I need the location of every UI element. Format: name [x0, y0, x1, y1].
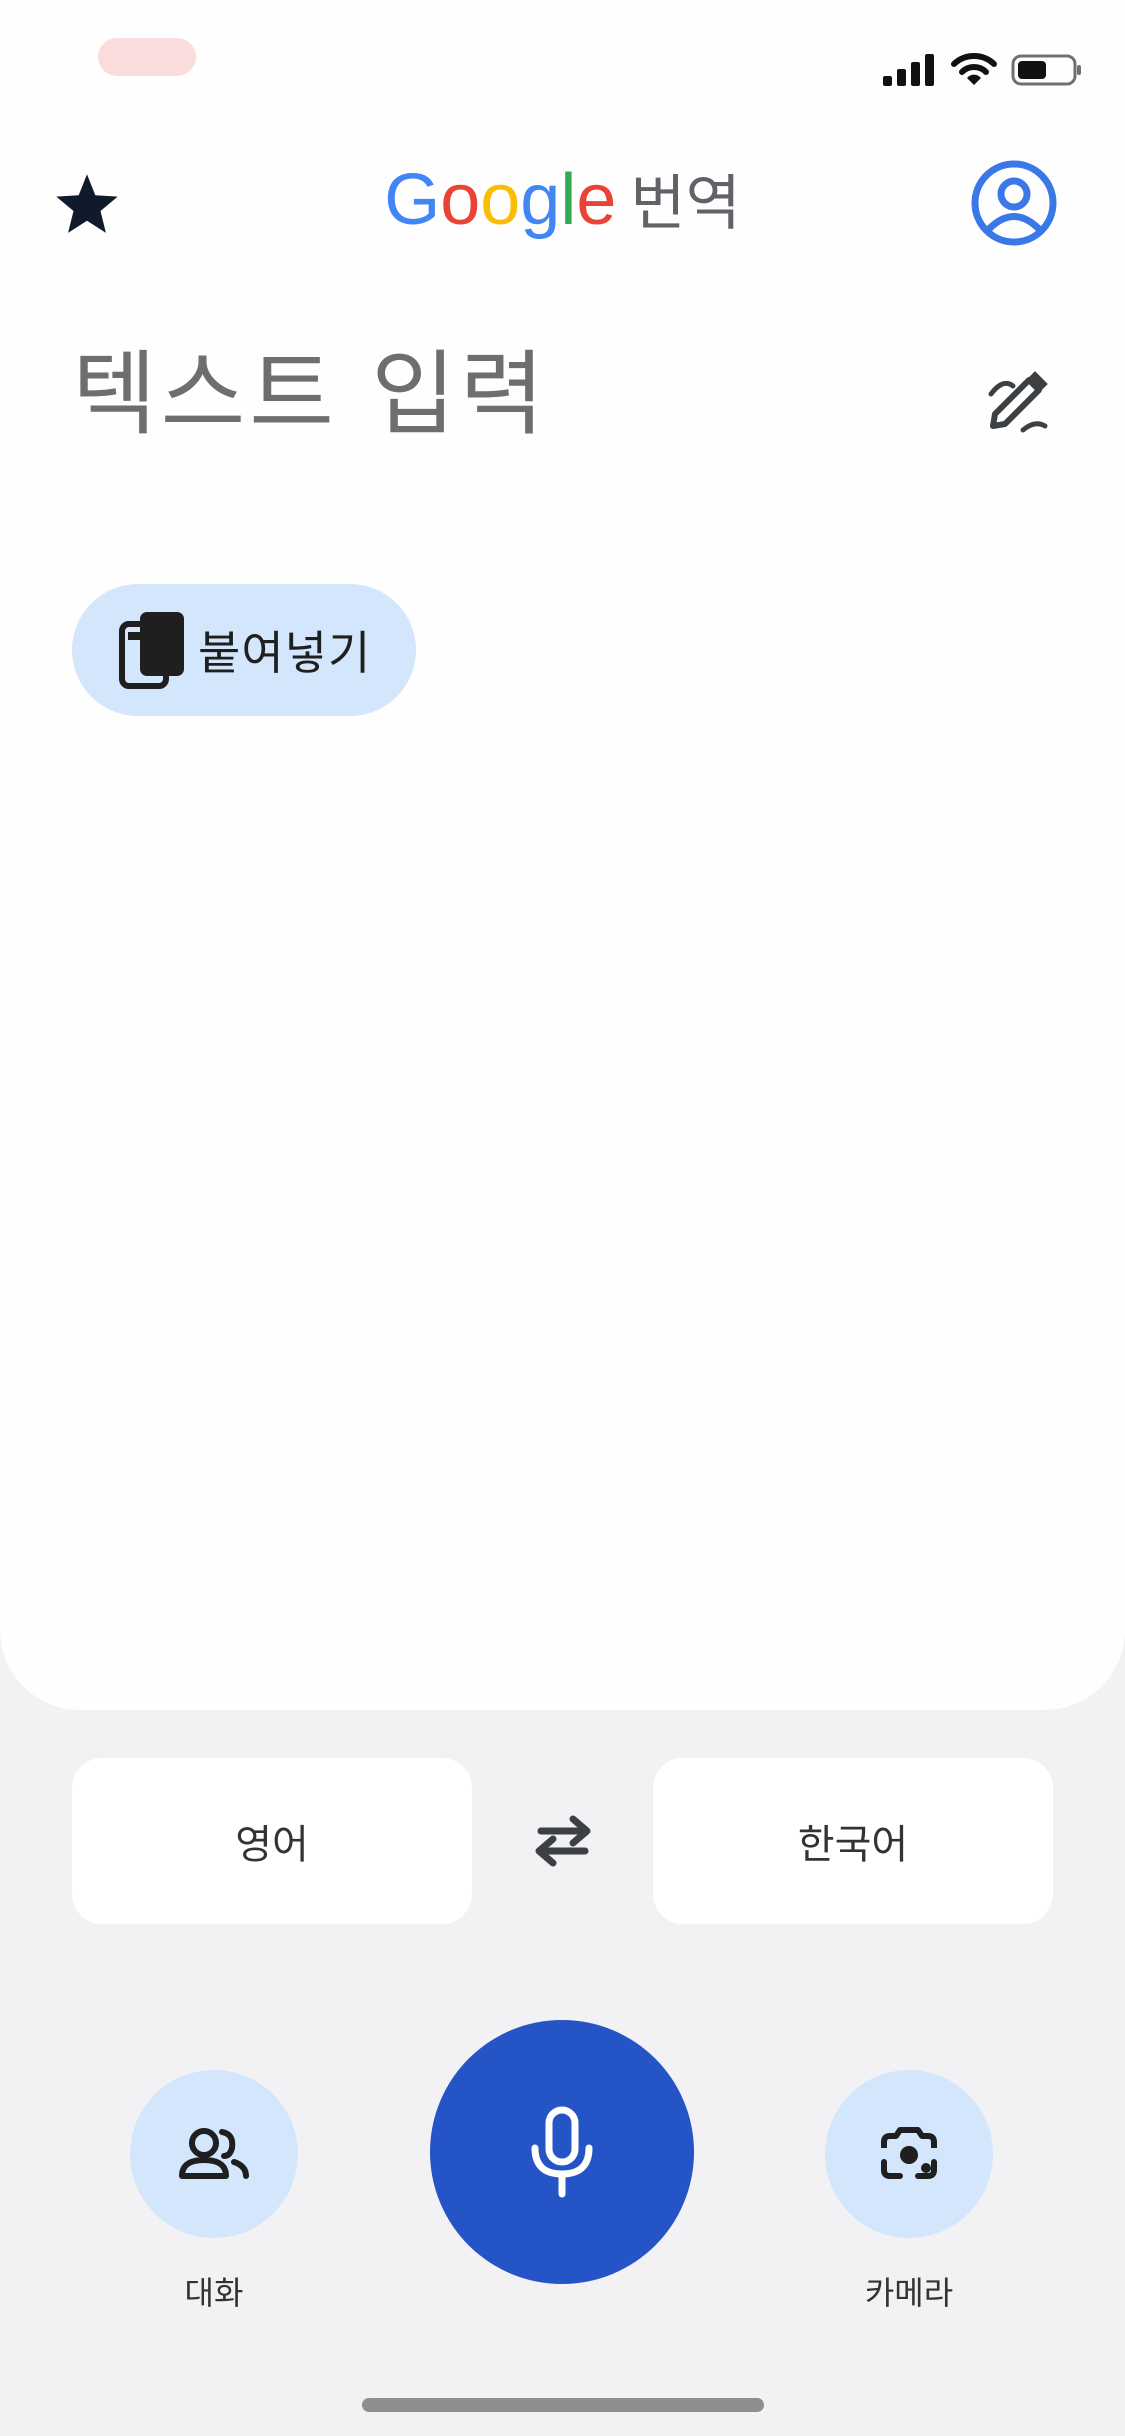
signal-icon: [883, 54, 934, 86]
brand-letter: g: [520, 160, 561, 240]
account-icon[interactable]: [969, 158, 1059, 248]
conversation-icon: [179, 2128, 249, 2179]
brand-letter: o: [440, 160, 481, 240]
language-row: 영어 한국어: [0, 1758, 1125, 1924]
camera-label: 카메라: [864, 2274, 954, 2312]
battery-icon: [1011, 54, 1081, 86]
status-bar: [0, 0, 1125, 130]
brand-letter: G: [384, 160, 441, 240]
microphone-icon: [531, 2106, 593, 2198]
paste-label: 붙여넣기: [198, 626, 372, 680]
action-row: 대화 카메라: [0, 2020, 1125, 2320]
status-icons: [883, 50, 1083, 90]
camera-icon: [881, 2127, 937, 2179]
camera-button[interactable]: [825, 2070, 993, 2238]
conversation-label: 대화: [184, 2274, 244, 2312]
top-bar: Google 번역: [0, 140, 1125, 260]
brand-letter: o: [480, 160, 521, 240]
handwriting-icon[interactable]: [983, 366, 1053, 436]
paste-button[interactable]: 붙여넣기: [72, 584, 416, 716]
page-title: 번역: [630, 169, 741, 239]
brand-letter: l: [560, 160, 577, 240]
home-indicator[interactable]: [362, 2398, 764, 2412]
app-title: Google 번역: [0, 160, 1125, 244]
swap-languages-button[interactable]: [528, 1806, 598, 1876]
source-language-button[interactable]: 영어: [72, 1758, 472, 1924]
microphone-button[interactable]: [430, 2020, 694, 2284]
brand-letter: e: [576, 160, 617, 240]
target-language-button[interactable]: 한국어: [653, 1758, 1053, 1924]
target-language-label: 한국어: [797, 1822, 909, 1868]
recording-pill: [98, 38, 196, 76]
clipboard-icon: [119, 612, 184, 689]
conversation-button[interactable]: [130, 2070, 298, 2238]
source-language-label: 영어: [235, 1822, 309, 1868]
swap-arrows-icon: [535, 1815, 591, 1867]
wifi-icon: [951, 53, 997, 85]
text-input[interactable]: 텍스트 입력: [72, 340, 932, 450]
